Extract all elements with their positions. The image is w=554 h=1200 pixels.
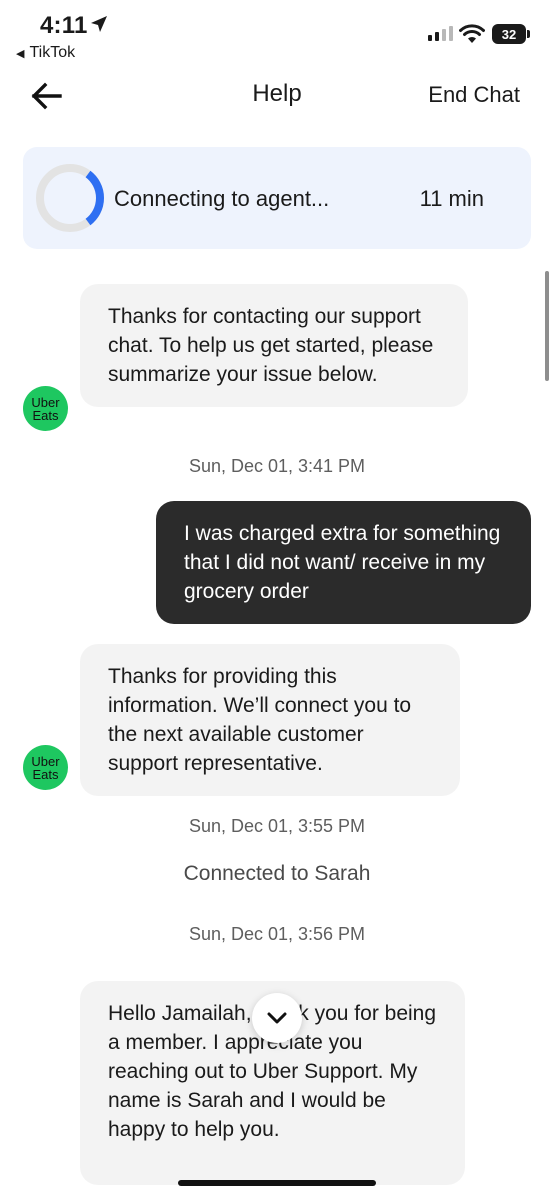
- message-timestamp: Sun, Dec 01, 3:41 PM: [188, 456, 366, 476]
- end-chat-button[interactable]: End Chat: [428, 82, 520, 108]
- message-timestamp: Sun, Dec 01, 3:55 PM: [188, 816, 366, 836]
- battery-icon: 32: [492, 24, 526, 44]
- scroll-to-bottom-button[interactable]: [252, 993, 302, 1043]
- battery-level: 32: [501, 26, 517, 42]
- user-message: I was charged extra for something that I…: [156, 501, 531, 624]
- wifi-icon: [459, 24, 485, 43]
- back-app-label: TikTok: [29, 44, 76, 61]
- avatar-label: Eats: [32, 766, 59, 782]
- agent-message: Thanks for contacting our support chat. …: [80, 284, 468, 407]
- agent-message: Thanks for providing this information. W…: [80, 644, 460, 796]
- avatar-label: Eats: [32, 407, 59, 423]
- wait-time: 11 min: [419, 186, 484, 211]
- uber-eats-avatar: Uber Eats: [23, 745, 68, 790]
- location-arrow-icon: [91, 16, 107, 32]
- back-to-app-link[interactable]: ◀ TikTok: [16, 44, 75, 62]
- connecting-status-card: Connecting to agent... 11 min: [23, 147, 531, 249]
- scrollbar[interactable]: [545, 271, 549, 381]
- cellular-signal-icon: [428, 26, 453, 41]
- battery-cap: [527, 30, 530, 38]
- home-indicator[interactable]: [178, 1180, 376, 1186]
- connected-agent-notice: Connected to Sarah: [183, 862, 371, 885]
- chevron-down-icon: [267, 1012, 287, 1024]
- avatar-label: Uber: [31, 394, 60, 410]
- connecting-text: Connecting to agent...: [114, 186, 330, 211]
- chat-screen: 4:11 ◀ TikTok 32 Help End Chat Connectin…: [0, 0, 554, 1200]
- loading-spinner-icon: [36, 164, 104, 232]
- avatar-label: Uber: [31, 753, 60, 769]
- status-time: 4:11: [40, 12, 88, 39]
- message-timestamp: Sun, Dec 01, 3:56 PM: [188, 924, 366, 944]
- uber-eats-avatar: Uber Eats: [23, 386, 68, 431]
- back-triangle-icon: ◀: [16, 47, 25, 60]
